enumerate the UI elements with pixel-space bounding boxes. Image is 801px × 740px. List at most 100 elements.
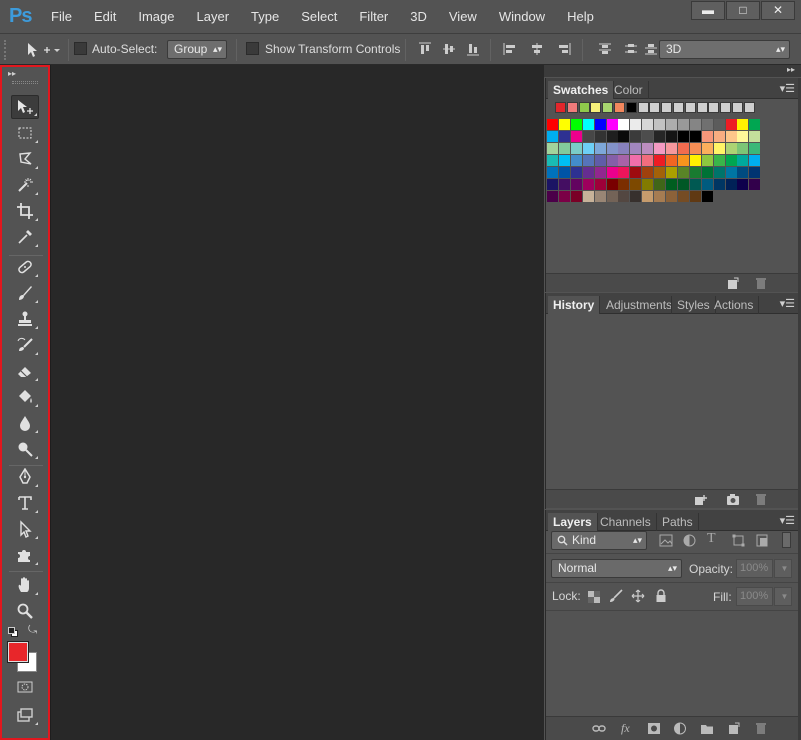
color-swatch[interactable] (642, 167, 654, 178)
color-swatch[interactable] (654, 179, 666, 190)
color-swatch[interactable] (677, 119, 689, 130)
pen-tool-button[interactable] (11, 465, 39, 489)
menu-help[interactable]: Help (556, 0, 605, 33)
color-swatch[interactable] (570, 167, 582, 178)
tab-adjustments[interactable]: Adjustments (601, 296, 672, 314)
auto-select-checkbox[interactable] (74, 42, 87, 55)
filter-smart-objects-icon[interactable] (756, 534, 768, 547)
color-swatch[interactable] (618, 191, 630, 202)
color-swatch[interactable] (642, 143, 654, 154)
color-swatch[interactable] (725, 143, 737, 154)
color-swatch[interactable] (689, 143, 701, 154)
color-swatch[interactable] (725, 167, 737, 178)
color-swatch[interactable] (547, 191, 558, 202)
color-swatch[interactable] (689, 179, 701, 190)
lock-all-icon[interactable] (655, 589, 667, 603)
color-swatch[interactable] (654, 155, 666, 166)
new-swatch-icon[interactable] (726, 277, 740, 290)
new-layer-icon[interactable] (727, 722, 741, 735)
color-swatch[interactable] (689, 119, 701, 130)
maximize-button[interactable]: □ (726, 1, 760, 20)
color-swatch[interactable] (749, 119, 761, 130)
swap-colors-icon[interactable]: ⤿ (28, 624, 37, 637)
color-swatch[interactable] (630, 131, 642, 142)
blend-mode-dropdown[interactable]: Normal ▴▾ (551, 559, 682, 578)
options-bar-grip[interactable] (4, 40, 8, 60)
color-swatch[interactable] (547, 179, 558, 190)
color-swatch[interactable] (558, 155, 570, 166)
filter-type-layers-icon[interactable]: T (707, 531, 716, 547)
lock-image-pixels-icon[interactable] (609, 589, 623, 603)
recent-swatch[interactable] (673, 102, 684, 113)
eraser-tool-button[interactable] (11, 359, 39, 383)
color-swatch[interactable] (630, 167, 642, 178)
color-swatch[interactable] (618, 143, 630, 154)
color-swatch[interactable] (642, 131, 654, 142)
color-swatch[interactable] (582, 143, 594, 154)
add-mask-icon[interactable] (647, 722, 661, 735)
color-swatch[interactable] (701, 119, 713, 130)
color-swatch[interactable] (677, 155, 689, 166)
recent-swatch[interactable] (625, 102, 637, 113)
color-swatch[interactable] (737, 143, 749, 154)
color-swatch[interactable] (666, 119, 677, 130)
color-swatch[interactable] (749, 131, 761, 142)
recent-swatch[interactable] (661, 102, 673, 113)
color-swatch[interactable] (737, 167, 749, 178)
color-swatch[interactable] (618, 119, 630, 130)
tools-panel-grip[interactable] (12, 81, 38, 84)
color-swatch[interactable] (582, 167, 594, 178)
trash-icon[interactable] (754, 722, 768, 735)
align-right-icon[interactable] (557, 42, 571, 56)
color-swatch[interactable] (666, 167, 677, 178)
color-swatch[interactable] (666, 191, 677, 202)
color-swatch[interactable] (618, 155, 630, 166)
color-swatch[interactable] (594, 191, 606, 202)
color-swatch[interactable] (654, 191, 666, 202)
color-swatch[interactable] (630, 119, 642, 130)
tool-preset-picker[interactable] (24, 40, 64, 60)
color-swatch[interactable] (582, 155, 594, 166)
color-swatch[interactable] (594, 143, 606, 154)
dodge-tool-button[interactable] (11, 437, 39, 461)
history-brush-tool-button[interactable] (11, 333, 39, 357)
screen-mode-button[interactable] (11, 703, 39, 727)
trash-icon[interactable] (754, 277, 768, 290)
color-swatch[interactable] (737, 131, 749, 142)
color-swatch[interactable] (606, 143, 618, 154)
color-swatch[interactable] (749, 155, 761, 166)
color-swatch[interactable] (701, 155, 713, 166)
custom-shape-tool-button[interactable] (11, 543, 39, 567)
color-swatch[interactable] (677, 131, 689, 142)
magic-wand-tool-button[interactable] (11, 173, 39, 197)
panel-menu-icon[interactable]: ▾☰ (780, 297, 795, 310)
color-swatch[interactable] (701, 179, 713, 190)
recent-swatch[interactable] (614, 102, 625, 113)
color-swatch[interactable] (642, 155, 654, 166)
color-swatch[interactable] (558, 179, 570, 190)
color-swatch[interactable] (713, 155, 725, 166)
color-swatch[interactable] (666, 131, 677, 142)
filter-adjustment-layers-icon[interactable] (683, 534, 696, 547)
color-swatch[interactable] (606, 131, 618, 142)
layers-list[interactable] (546, 611, 799, 717)
color-swatch[interactable] (570, 179, 582, 190)
lock-position-icon[interactable] (631, 589, 645, 603)
color-swatch[interactable] (677, 191, 689, 202)
recent-swatch[interactable] (743, 102, 755, 113)
type-tool-button[interactable] (11, 491, 39, 515)
default-colors-icon[interactable] (8, 627, 18, 637)
align-bottom-icon[interactable] (466, 42, 480, 56)
color-swatch[interactable] (547, 167, 558, 178)
color-swatch[interactable] (582, 179, 594, 190)
distribute-bottom-icon[interactable] (644, 42, 658, 56)
color-swatch[interactable] (558, 131, 570, 142)
color-swatch[interactable] (749, 143, 761, 154)
color-swatch[interactable] (689, 191, 701, 202)
clone-stamp-tool-button[interactable] (11, 307, 39, 331)
color-swatch[interactable] (654, 167, 666, 178)
recent-swatch[interactable] (720, 102, 732, 113)
close-button[interactable]: ✕ (761, 1, 795, 20)
color-swatch[interactable] (737, 179, 749, 190)
color-swatch[interactable] (558, 143, 570, 154)
